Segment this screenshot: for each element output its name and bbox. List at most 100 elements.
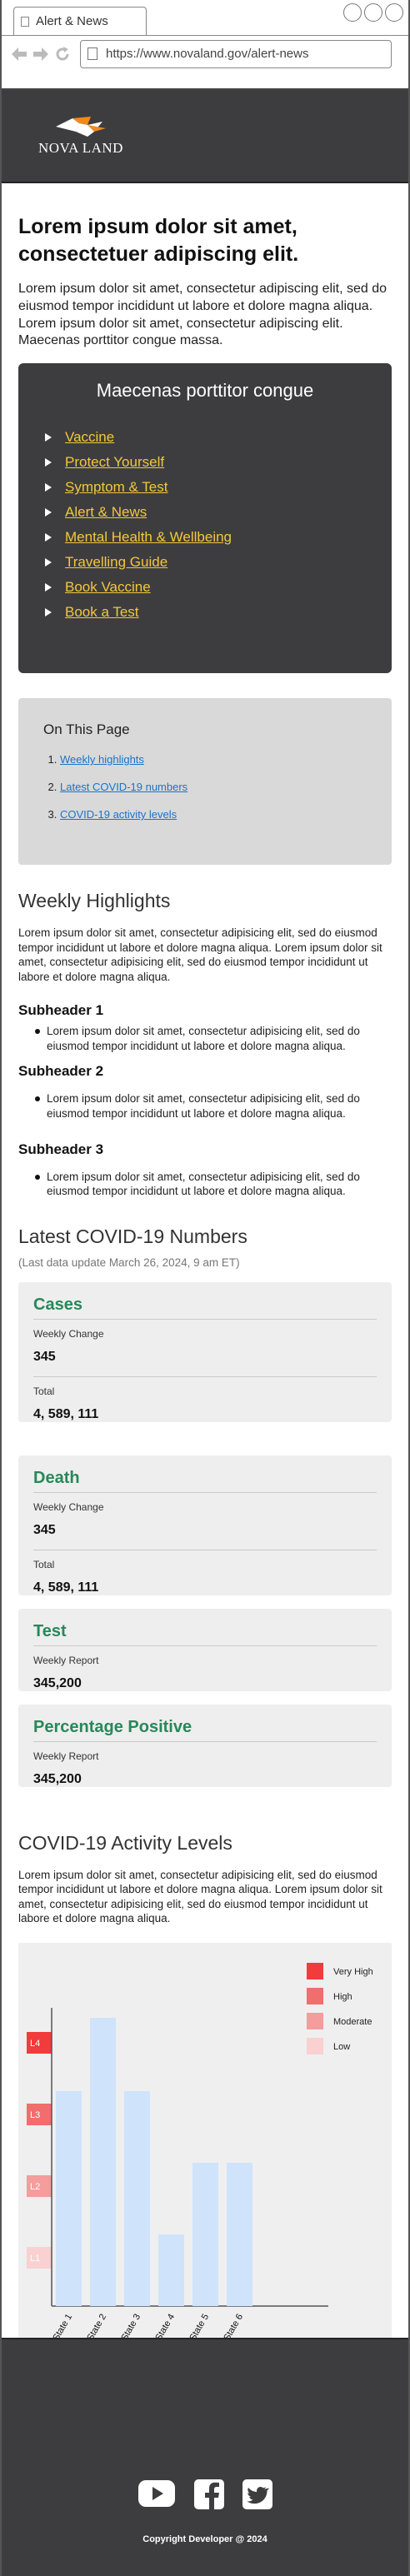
- card-title: Percentage Positive: [33, 1717, 192, 1736]
- metric-label: Weekly Change: [33, 1500, 104, 1513]
- quick-nav-item: Mental Health & Wellbeing: [45, 525, 392, 550]
- legend-label: Low: [333, 2042, 350, 2052]
- bullet-dot: [35, 1096, 40, 1102]
- facebook-icon[interactable]: [194, 2479, 224, 2509]
- quick-nav-link-alert-news[interactable]: Alert & News: [65, 504, 147, 521]
- maximize-button[interactable]: [364, 3, 382, 22]
- tab-title: Alert & News: [36, 14, 108, 28]
- quick-nav-item: Protect Yourself: [45, 450, 392, 475]
- on-this-page-item: Weekly highlights: [60, 753, 392, 781]
- death-card: Death Weekly Change 345 Total 4, 589, 11…: [18, 1455, 392, 1595]
- quick-nav-link-book-vaccine[interactable]: Book Vaccine: [65, 579, 151, 596]
- quick-nav-link-mental-health[interactable]: Mental Health & Wellbeing: [65, 529, 232, 546]
- quick-nav-item: Book a Test: [45, 600, 392, 625]
- quick-nav-title: Maecenas porttitor congue: [96, 380, 314, 402]
- social-links: [2, 2479, 408, 2509]
- document-icon: [88, 47, 98, 60]
- window-controls: [343, 3, 403, 22]
- cases-card: Cases Weekly Change 345 Total 4, 589, 11…: [18, 1281, 392, 1422]
- activity-chart: L1 L2 L3 L4 State 1 State 2 State 3 State 4 Stat…: [18, 1942, 392, 2393]
- legend-label: Very High: [333, 1967, 373, 1977]
- metric-label: Weekly Report: [33, 1750, 99, 1762]
- divider: [33, 1318, 377, 1320]
- bullet-text: Lorem ipsum dolor sit amet, consectetur …: [47, 1170, 360, 1198]
- anchor-link-weekly-highlights[interactable]: Weekly highlights: [60, 753, 144, 766]
- subheader-1: Subheader 1: [18, 1002, 104, 1019]
- quick-nav-link-protect-yourself[interactable]: Protect Yourself: [65, 454, 164, 471]
- latest-numbers-heading: Latest COVID-19 Numbers: [18, 1225, 248, 1247]
- legend-swatch: [307, 1962, 323, 1979]
- twitter-icon[interactable]: [242, 2479, 272, 2509]
- page-frame: Alert & News https://www.novaland.gov/al…: [0, 0, 410, 2576]
- last-update-text: (Last data update March 26, 2024, 9 am E…: [18, 1256, 240, 1269]
- page-title: Lorem ipsum dolor sit amet, consectetuer…: [18, 215, 299, 266]
- card-title: Cases: [33, 1295, 82, 1314]
- y-level-label: L1: [30, 2254, 40, 2264]
- quick-nav-item: Alert & News: [45, 500, 392, 525]
- divider: [33, 1375, 377, 1377]
- metric-value: 345: [33, 1522, 56, 1537]
- triangle-bullet-icon: [45, 583, 52, 592]
- bar: [158, 2234, 184, 2306]
- metric-value: 4, 589, 111: [33, 1580, 99, 1595]
- bullet-dot: [35, 1029, 40, 1035]
- on-this-page-item: Latest COVID-19 numbers: [60, 781, 392, 808]
- metric-label: Total: [33, 1558, 55, 1570]
- subheader-3: Subheader 3: [18, 1141, 104, 1157]
- legend-swatch: [307, 1987, 323, 2004]
- navigation-bar: https://www.novaland.gov/alert-news: [2, 35, 408, 72]
- metric-value: 4, 589, 111: [33, 1406, 99, 1421]
- on-this-page-box: On This Page Weekly highlights Latest CO…: [18, 698, 392, 866]
- main-content: Lorem ipsum dolor sit amet, consectetuer…: [2, 213, 408, 2393]
- anchor-link-latest-numbers[interactable]: Latest COVID-19 numbers: [60, 781, 188, 793]
- legend-label: Moderate: [333, 2017, 372, 2027]
- activity-levels-heading: COVID-19 Activity Levels: [18, 1831, 232, 1854]
- copyright-text: Copyright Developer @ 2024: [142, 2534, 268, 2544]
- browser-tab[interactable]: Alert & News: [13, 7, 147, 35]
- metric-label: Total: [33, 1385, 55, 1397]
- reload-icon[interactable]: [53, 45, 72, 63]
- bullet-text: Lorem ipsum dolor sit amet, consectetur …: [47, 1092, 360, 1121]
- bar: [90, 2017, 116, 2306]
- divider: [33, 1645, 377, 1646]
- quick-nav-link-vaccine[interactable]: Vaccine: [65, 429, 114, 446]
- y-level-label: L2: [30, 2182, 40, 2192]
- minimize-button[interactable]: [343, 3, 362, 22]
- bar: [227, 2162, 252, 2306]
- close-button[interactable]: [385, 3, 403, 22]
- triangle-bullet-icon: [45, 483, 52, 492]
- bar: [124, 2090, 150, 2306]
- quick-nav-link-symptom-test[interactable]: Symptom & Test: [65, 479, 168, 496]
- browser-chrome: Alert & News https://www.novaland.gov/al…: [2, 0, 408, 90]
- quick-nav-panel: Maecenas porttitor congue Vaccine Protec…: [18, 363, 392, 674]
- legend-swatch: [307, 2037, 323, 2054]
- quick-nav-item: Vaccine: [45, 425, 392, 450]
- triangle-bullet-icon: [45, 508, 52, 517]
- quick-nav-link-book-test[interactable]: Book a Test: [65, 604, 139, 621]
- quick-nav-link-travelling-guide[interactable]: Travelling Guide: [65, 554, 168, 571]
- bullet-text: Lorem ipsum dolor sit amet, consectetur …: [47, 1025, 360, 1052]
- address-bar[interactable]: https://www.novaland.gov/alert-news: [80, 39, 392, 68]
- forward-arrow-icon[interactable]: [32, 45, 50, 63]
- url-text: https://www.novaland.gov/alert-news: [106, 47, 309, 61]
- weekly-highlights-text: Lorem ipsum dolor sit amet, consectetur …: [18, 926, 382, 983]
- activity-chart-svg: L1L2L3L4State 1 State 2 State 3 State 4 Stat…: [27, 1962, 373, 2343]
- triangle-bullet-icon: [45, 558, 52, 567]
- triangle-bullet-icon: [45, 533, 52, 542]
- youtube-icon[interactable]: [138, 2479, 176, 2508]
- back-arrow-icon[interactable]: [10, 45, 28, 63]
- subheader-3-bullet: Lorem ipsum dolor sit amet, consectetur …: [18, 1170, 392, 1199]
- anchor-link-activity-levels[interactable]: COVID-19 activity levels: [60, 808, 177, 821]
- on-this-page-item: COVID-19 activity levels: [60, 808, 392, 836]
- metric-value: 345: [33, 1349, 56, 1364]
- weekly-highlights-heading: Weekly Highlights: [18, 890, 171, 912]
- metric-value: 345,200: [33, 1675, 82, 1690]
- site-logo[interactable]: NOVA LAND: [38, 115, 123, 157]
- activity-levels-text: Lorem ipsum dolor sit amet, consectetur …: [18, 1868, 382, 1925]
- site-header: NOVA LAND: [2, 90, 408, 183]
- quick-nav-item: Symptom & Test: [45, 475, 392, 500]
- bar: [56, 2090, 82, 2306]
- metric-label: Weekly Change: [33, 1327, 104, 1340]
- on-this-page-title: On This Page: [43, 721, 130, 738]
- quick-nav-item: Book Vaccine: [45, 575, 392, 600]
